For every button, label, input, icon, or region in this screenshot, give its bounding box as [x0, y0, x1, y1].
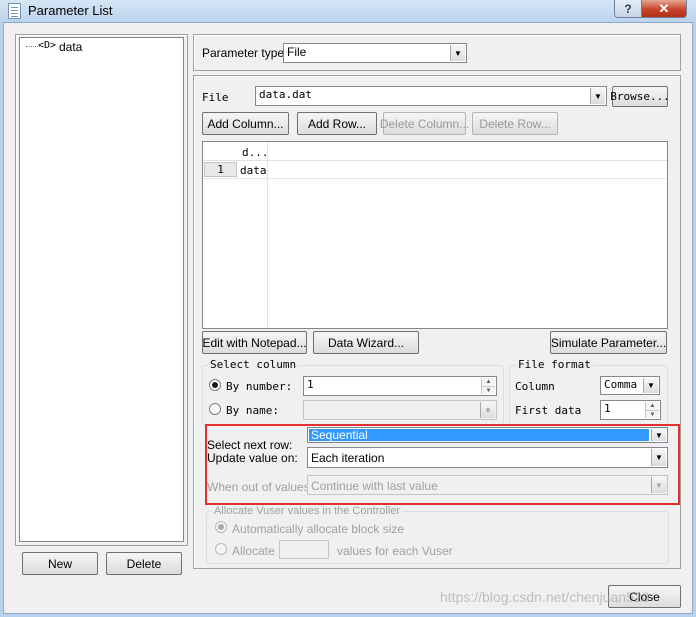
select-column-title: Select column: [208, 358, 299, 371]
allocate-suffix-label: values for each Vuser: [337, 544, 453, 558]
column-number-spinner[interactable]: ▲ ▼: [481, 378, 495, 394]
file-label: File: [202, 91, 229, 104]
row-number: 1: [204, 162, 237, 177]
first-data-field[interactable]: 1 ▲ ▼: [600, 400, 661, 420]
parameter-type-select[interactable]: File ▼: [283, 43, 467, 63]
help-button[interactable]: ?: [614, 0, 642, 18]
column-number-value: 1: [307, 378, 314, 391]
parameter-type-label: Parameter type:: [202, 46, 288, 60]
watermark-text: https://blog.csdn.net/chenjuan520: [440, 589, 650, 605]
parameter-type-value: File: [287, 45, 307, 59]
column-delimiter-select[interactable]: Comma ▼: [600, 376, 660, 395]
by-number-label: By number:: [226, 380, 293, 393]
browse-button[interactable]: Browse...: [610, 86, 670, 107]
parameter-list-icon: [8, 3, 21, 19]
auto-allocate-label: Automatically allocate block size: [232, 522, 405, 536]
edit-with-notepad-button[interactable]: Edit with Notepad...: [202, 331, 307, 354]
by-name-radio[interactable]: [209, 403, 221, 415]
chevron-down-icon: ▼: [450, 45, 465, 61]
auto-allocate-radio[interactable]: [215, 521, 227, 533]
add-column-button[interactable]: Add Column...: [202, 112, 289, 135]
file-path-select[interactable]: data.dat ▼: [255, 86, 607, 106]
delete-button[interactable]: Delete: [106, 552, 182, 575]
chevron-down-icon: ▼: [643, 378, 658, 393]
first-data-spinner[interactable]: ▲ ▼: [645, 402, 659, 418]
column-name-select[interactable]: ▼: [303, 400, 497, 420]
grid-column-header[interactable]: d...: [242, 146, 269, 159]
red-highlight-box: [205, 424, 680, 505]
chevron-down-icon: ▼: [590, 88, 605, 104]
data-wizard-button[interactable]: Data Wizard...: [313, 331, 419, 354]
first-data-label: First data: [515, 404, 582, 417]
grid-cell[interactable]: data: [240, 164, 267, 177]
first-data-value: 1: [604, 402, 611, 415]
allocate-label: Allocate: [232, 544, 275, 558]
window-close-button[interactable]: ✕: [641, 0, 687, 18]
delete-column-button[interactable]: Delete Column...: [380, 112, 469, 135]
simulate-parameter-button[interactable]: Simulate Parameter...: [550, 331, 667, 354]
new-button[interactable]: New: [22, 552, 98, 575]
column-number-field[interactable]: 1 ▲ ▼: [303, 376, 497, 396]
tree-item-data[interactable]: data: [59, 40, 82, 54]
by-number-radio[interactable]: [209, 379, 221, 391]
window-title: Parameter List: [28, 3, 113, 18]
data-grid[interactable]: d... 1 data: [202, 141, 668, 329]
grid-header-row: d...: [203, 142, 667, 161]
file-format-title: File format: [516, 358, 593, 371]
delete-row-button[interactable]: Delete Row...: [472, 112, 558, 135]
file-path-value: data.dat: [259, 88, 312, 101]
column-delimiter-label: Column: [515, 380, 555, 393]
allocate-radio[interactable]: [215, 543, 227, 555]
allocate-count-field[interactable]: [279, 540, 329, 559]
table-row[interactable]: 1 data: [203, 161, 667, 179]
add-row-button[interactable]: Add Row...: [297, 112, 377, 135]
column-delimiter-value: Comma: [604, 378, 638, 391]
parameter-icon: <D>: [38, 40, 57, 51]
chevron-down-icon: ▼: [480, 402, 495, 418]
parameter-tree[interactable]: <D> data: [19, 37, 184, 542]
by-name-label: By name:: [226, 404, 279, 417]
allocate-title: Allocate Vuser values in the Controller: [212, 505, 403, 517]
